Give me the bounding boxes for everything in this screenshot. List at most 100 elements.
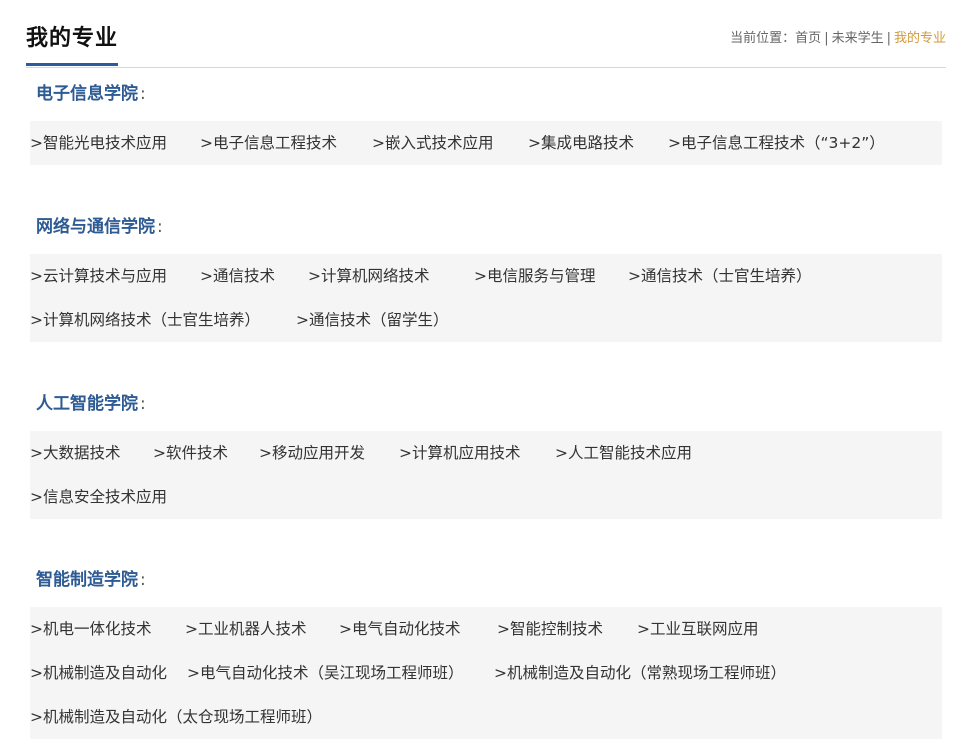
chevron-right-icon: > [187,664,200,682]
college-colon: : [140,394,146,414]
chevron-right-icon: > [30,134,43,152]
major-link[interactable]: >计算机网络技术（士官生培养） [30,298,260,342]
chevron-right-icon: > [296,311,309,329]
breadcrumb-separator: | [886,31,891,46]
major-label: 计算机网络技术 [321,267,430,285]
major-link[interactable]: >智能控制技术 [497,607,603,651]
major-label: 工业互联网应用 [650,620,759,638]
major-link[interactable]: >嵌入式技术应用 [372,121,494,165]
breadcrumb-parent-link[interactable]: 未来学生 [832,31,884,46]
major-link[interactable]: >电信服务与管理 [474,254,596,298]
chevron-right-icon: > [668,134,681,152]
major-label: 软件技术 [166,444,229,462]
chevron-right-icon: > [30,620,43,638]
chevron-right-icon: > [30,311,43,329]
college-name: 网络与通信学院 [36,217,155,237]
major-link[interactable]: >云计算技术与应用 [30,254,167,298]
college-section: 智能制造学院: >机电一体化技术 >工业机器人技术 >电气自动化技术 >智能控制技术 >工… [30,568,942,739]
page-title: 我的专业 [26,24,119,66]
major-link[interactable]: >通信技术（士官生培养） [628,254,812,298]
header: 我的专业 当前位置：首页 | 未来学生 | 我的专业 [26,0,946,68]
major-link[interactable]: >信息安全技术应用 [30,475,167,519]
major-label: 集成电路技术 [541,134,635,152]
major-link[interactable]: >软件技术 [153,431,228,475]
major-label: 通信技术（士官生培养） [641,267,812,285]
major-label: 通信技术 [213,267,276,285]
major-link[interactable]: >计算机网络技术 [308,254,430,298]
chevron-right-icon: > [200,267,213,285]
college-name: 电子信息学院 [36,84,138,104]
major-link[interactable]: >机械制造及自动化（太仓现场工程师班） [30,695,322,739]
major-link[interactable]: >通信技术 [200,254,275,298]
major-link[interactable]: >机电一体化技术 [30,607,152,651]
chevron-right-icon: > [30,664,43,682]
major-label: 机械制造及自动化（常熟现场工程师班） [507,664,787,682]
major-label: 计算机应用技术 [412,444,521,462]
chevron-right-icon: > [474,267,487,285]
chevron-right-icon: > [259,444,272,462]
chevron-right-icon: > [30,267,43,285]
chevron-right-icon: > [637,620,650,638]
major-label: 智能控制技术 [510,620,604,638]
major-link[interactable]: >机械制造及自动化 [30,651,167,695]
college-colon: : [157,217,163,237]
chevron-right-icon: > [30,444,43,462]
major-link[interactable]: >电子信息工程技术（“3+2”） [668,121,885,165]
college-colon: : [140,84,146,104]
chevron-right-icon: > [528,134,541,152]
major-link[interactable]: >工业机器人技术 [185,607,307,651]
breadcrumb-current-link[interactable]: 我的专业 [894,31,946,46]
chevron-right-icon: > [628,267,641,285]
majors-panel: >大数据技术 >软件技术 >移动应用开发 >计算机应用技术 >人工智能技术应用 >信息安全… [30,431,942,519]
college-title: 网络与通信学院: [36,215,942,239]
majors-panel: >机电一体化技术 >工业机器人技术 >电气自动化技术 >智能控制技术 >工业互联网应用 >… [30,607,942,739]
major-label: 电子信息工程技术 [213,134,338,152]
college-section: 电子信息学院: >智能光电技术应用 >电子信息工程技术 >嵌入式技术应用 >集成电路技术… [30,82,942,165]
major-label: 电子信息工程技术（“3+2”） [681,134,885,152]
major-link[interactable]: >智能光电技术应用 [30,121,167,165]
college-title: 智能制造学院: [36,568,942,592]
chevron-right-icon: > [30,708,43,726]
college-title: 人工智能学院: [36,392,942,416]
major-link[interactable]: >工业互联网应用 [637,607,759,651]
major-label: 智能光电技术应用 [43,134,168,152]
majors-row: >机电一体化技术 >工业机器人技术 >电气自动化技术 >智能控制技术 >工业互联网应用 [30,607,942,651]
college-colon: : [140,570,146,590]
chevron-right-icon: > [200,134,213,152]
chevron-right-icon: > [372,134,385,152]
chevron-right-icon: > [339,620,352,638]
major-link[interactable]: >计算机应用技术 [399,431,521,475]
major-link[interactable]: >集成电路技术 [528,121,634,165]
chevron-right-icon: > [185,620,198,638]
chevron-right-icon: > [399,444,412,462]
major-label: 机电一体化技术 [43,620,152,638]
major-link[interactable]: >大数据技术 [30,431,121,475]
major-label: 计算机网络技术（士官生培养） [43,311,261,329]
majors-row: >机械制造及自动化 >电气自动化技术（吴江现场工程师班） >机械制造及自动化（常熟现… [30,651,942,695]
breadcrumb-prefix: 当前位置： [730,31,796,46]
chevron-right-icon: > [494,664,507,682]
breadcrumb-home-link[interactable]: 首页 [795,31,821,46]
major-label: 信息安全技术应用 [43,488,168,506]
major-label: 大数据技术 [43,444,121,462]
major-label: 云计算技术与应用 [43,267,168,285]
major-label: 机械制造及自动化 [43,664,168,682]
college-title: 电子信息学院: [36,82,942,106]
majors-row: >大数据技术 >软件技术 >移动应用开发 >计算机应用技术 >人工智能技术应用 [30,431,942,475]
college-section: 人工智能学院: >大数据技术 >软件技术 >移动应用开发 >计算机应用技术 >人工智能技术… [30,392,942,519]
college-name: 人工智能学院 [36,394,138,414]
majors-row: >信息安全技术应用 [30,475,942,519]
major-link[interactable]: >移动应用开发 [259,431,365,475]
majors-row: >智能光电技术应用 >电子信息工程技术 >嵌入式技术应用 >集成电路技术 >电子信息工程… [30,121,942,165]
major-label: 电气自动化技术 [352,620,461,638]
chevron-right-icon: > [308,267,321,285]
major-link[interactable]: >电气自动化技术（吴江现场工程师班） [187,651,464,695]
major-link[interactable]: >电气自动化技术 [339,607,461,651]
college-section: 网络与通信学院: >云计算技术与应用 >通信技术 >计算机网络技术 >电信服务与管理 >通… [30,215,942,342]
major-label: 电信服务与管理 [487,267,596,285]
major-link[interactable]: >机械制造及自动化（常熟现场工程师班） [494,651,786,695]
major-link[interactable]: >人工智能技术应用 [555,431,692,475]
major-label: 移动应用开发 [272,444,366,462]
major-link[interactable]: >通信技术（留学生） [296,298,449,342]
major-link[interactable]: >电子信息工程技术 [200,121,337,165]
